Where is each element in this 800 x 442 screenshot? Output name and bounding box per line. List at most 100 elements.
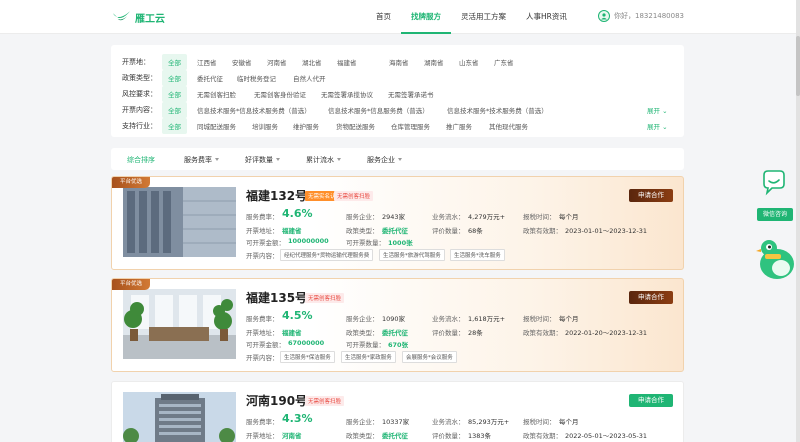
fee-rate-label: 服务费率： <box>246 213 279 221</box>
provider-photo <box>123 289 236 359</box>
enterprises-label: 服务企业： <box>346 418 379 426</box>
nav-find-provider[interactable]: 找牌服方 <box>401 0 451 34</box>
nav-home[interactable]: 首页 <box>366 0 401 34</box>
expand-label: 展开 <box>647 123 660 131</box>
nav-flexible-employment[interactable]: 灵活用工方案 <box>451 0 516 34</box>
filter-option[interactable]: 湖南省 <box>424 57 444 67</box>
floating-consult-widget[interactable]: 微信咨询 <box>755 168 795 279</box>
sort-fee-rate[interactable]: 服务费率 <box>184 155 219 165</box>
user-account[interactable]: 你好，18321480083 <box>598 10 684 22</box>
sort-enterprises[interactable]: 服务企业 <box>367 155 402 165</box>
filter-option[interactable]: 无需创客扫脸 <box>197 89 236 99</box>
filter-option[interactable]: 无需签署承诺书 <box>388 89 434 99</box>
filter-option[interactable]: 安徽省 <box>232 57 252 67</box>
count-label: 可开票数量： <box>346 341 385 349</box>
filter-option[interactable]: 全部 <box>162 102 187 118</box>
content-chip: 生活服务*家政服务 <box>341 351 396 363</box>
provider-card[interactable]: 河南190号 无需创客扫脸 申请合作 服务费率： 4.3% 开票地址： 河南省 … <box>111 381 684 442</box>
count-value: 670张 <box>388 341 409 349</box>
provider-card[interactable]: 平台优选 福建132号 无需实名认证 无需创客扫脸 申请合作 服务费率： 4.6… <box>111 176 684 270</box>
enterprises-label: 服务企业： <box>346 315 379 323</box>
tax-time-label: 报税时间： <box>523 315 556 323</box>
address-value: 福建省 <box>282 227 302 235</box>
provider-card[interactable]: 平台优选 福建135号 无需创客扫脸 申请合作 服务费率： 4.5% 开票地址：… <box>111 278 684 372</box>
filter-option[interactable]: 福建省 <box>337 57 357 67</box>
policy-type-value: 委托代征 <box>382 329 408 337</box>
content-label: 开票内容： <box>246 354 279 362</box>
apply-cooperation-button[interactable]: 申请合作 <box>629 394 673 407</box>
valid-period-value: 2022-01-20～2023-12-31 <box>565 329 648 337</box>
filter-label: 开票地： <box>122 58 150 66</box>
filter-option[interactable]: 无需签署承揽协议 <box>321 89 373 99</box>
filter-option[interactable]: 江西省 <box>197 57 217 67</box>
wechat-consult-button[interactable]: 微信咨询 <box>757 208 793 221</box>
platform-pick-badge: 平台优选 <box>112 177 150 188</box>
swallow-logo-icon <box>112 11 131 21</box>
sort-reviews[interactable]: 好评数量 <box>245 155 280 165</box>
caret-down-icon <box>337 158 341 161</box>
content-chip: 生活服务*洗车服务 <box>450 249 505 261</box>
filter-row-content: 开票内容： 全部 信息技术服务*信息技术服务费（普选） 信息技术服务*信息服务费… <box>111 101 684 118</box>
flow-value: 1,618万元+ <box>468 315 506 323</box>
filter-option[interactable]: 推广服务 <box>446 121 472 131</box>
filter-option[interactable]: 自然人代开 <box>293 73 326 83</box>
policy-type-label: 政策类型： <box>346 432 379 440</box>
apply-cooperation-button[interactable]: 申请合作 <box>629 189 673 202</box>
page-scrollbar[interactable] <box>796 0 800 442</box>
amount-value: 67000000 <box>288 339 325 347</box>
filter-label: 开票内容： <box>122 106 157 114</box>
filter-label: 政策类型： <box>122 74 157 82</box>
filter-option[interactable]: 全部 <box>162 86 187 102</box>
filter-option[interactable]: 全部 <box>162 118 187 134</box>
scrollbar-thumb[interactable] <box>796 36 800 96</box>
tax-time-label: 报税时间： <box>523 213 556 221</box>
filter-option[interactable]: 临时税务登记 <box>237 73 276 83</box>
filter-option[interactable]: 培训服务 <box>252 121 278 131</box>
top-header: 雁工云 首页 找牌服方 灵活用工方案 人事HR资讯 你好，18321480083 <box>0 0 800 34</box>
provider-title[interactable]: 福建135号 <box>246 289 307 306</box>
user-avatar-icon <box>598 10 610 22</box>
filter-option[interactable]: 湖北省 <box>302 57 322 67</box>
tax-time-value: 每个月 <box>559 418 579 426</box>
filter-option[interactable]: 其他现代服务 <box>489 121 528 131</box>
fee-rate-value: 4.6% <box>282 207 313 220</box>
filter-option[interactable]: 维护服务 <box>293 121 319 131</box>
filter-option[interactable]: 货物配送服务 <box>336 121 375 131</box>
content-chip: 经纪代理服务*货物运输代理服务费 <box>280 249 374 261</box>
filter-row-industry: 支持行业： 全部 同城配送服务 培训服务 维护服务 货物配送服务 仓库管理服务 … <box>111 117 684 134</box>
filter-option[interactable]: 山东省 <box>459 57 479 67</box>
filter-option[interactable]: 河南省 <box>267 57 287 67</box>
enterprises-value: 10337家 <box>382 418 410 426</box>
fee-rate-label: 服务费率： <box>246 418 279 426</box>
filter-option[interactable]: 委托代征 <box>197 73 223 83</box>
filter-option[interactable]: 信息技术服务*信息服务费（普选） <box>328 105 429 115</box>
tax-time-value: 每个月 <box>559 315 579 323</box>
address-value: 河南省 <box>282 432 302 440</box>
provider-tag: 无需创客扫脸 <box>305 293 345 303</box>
brand-logo[interactable]: 雁工云 <box>112 9 165 25</box>
reviews-label: 评价数量： <box>432 329 465 337</box>
filter-option[interactable]: 全部 <box>162 70 187 86</box>
filter-option[interactable]: 全部 <box>162 54 187 70</box>
filter-option[interactable]: 信息技术服务*信息技术服务费（普选） <box>197 105 311 115</box>
expand-industry-filter[interactable]: 展开 ⌄ <box>647 121 668 131</box>
filter-option[interactable]: 广东省 <box>494 57 514 67</box>
filter-option[interactable]: 同城配送服务 <box>197 121 236 131</box>
nav-hr-news[interactable]: 人事HR资讯 <box>516 0 577 34</box>
policy-type-label: 政策类型： <box>346 329 379 337</box>
apply-cooperation-button[interactable]: 申请合作 <box>629 291 673 304</box>
provider-title[interactable]: 福建132号 <box>246 187 307 204</box>
expand-content-filter[interactable]: 展开 ⌄ <box>647 105 668 115</box>
chevron-down-icon: ⌄ <box>662 107 668 115</box>
filter-option[interactable]: 仓库管理服务 <box>391 121 430 131</box>
filter-option[interactable]: 无需创客身份验证 <box>254 89 306 99</box>
user-greeting: 你好，18321480083 <box>614 12 684 20</box>
filter-option[interactable]: 信息技术服务*技术服务费（普选） <box>447 105 548 115</box>
provider-title[interactable]: 河南190号 <box>246 392 307 409</box>
sort-flow[interactable]: 累计流水 <box>306 155 341 165</box>
sort-default[interactable]: 综合排序 <box>127 155 155 165</box>
expand-label: 展开 <box>647 107 660 115</box>
filter-option[interactable]: 海南省 <box>389 57 409 67</box>
reviews-label: 评价数量： <box>432 432 465 440</box>
address-label: 开票地址： <box>246 227 279 235</box>
